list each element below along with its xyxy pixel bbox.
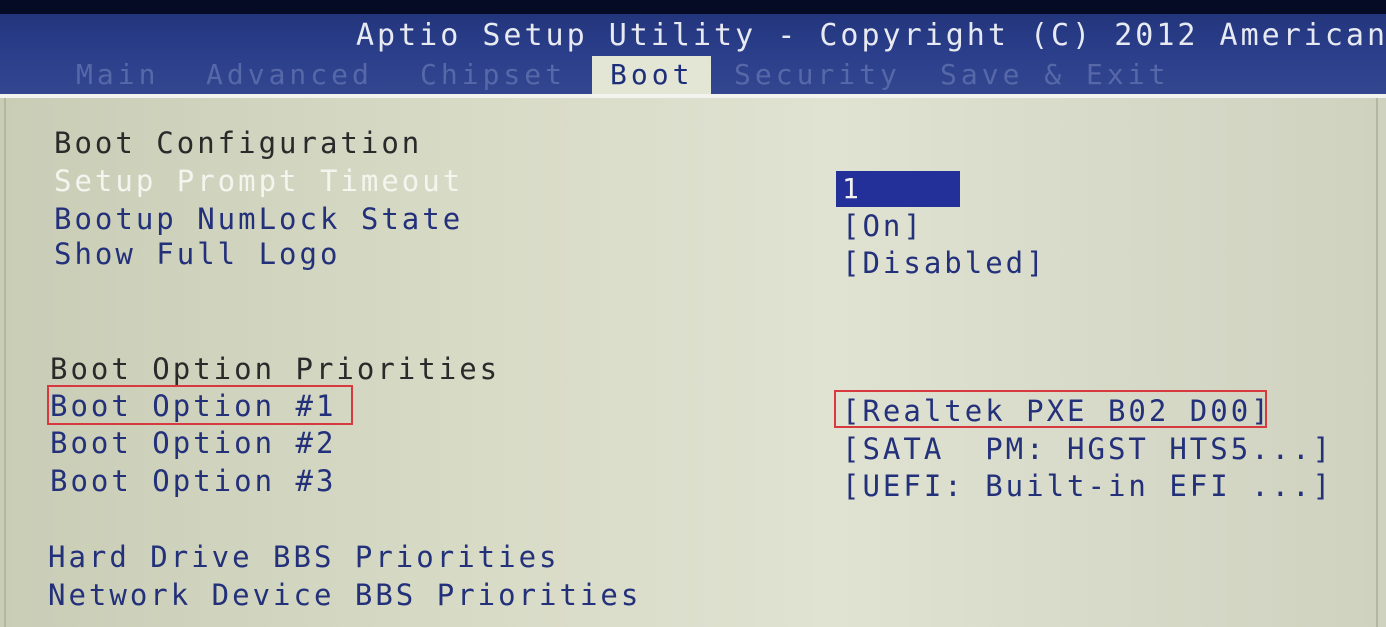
boot-option-1-highlight-box — [47, 385, 353, 425]
network-device-bbs-priorities-link[interactable]: Network Device BBS Priorities — [48, 576, 641, 614]
setup-prompt-timeout-label[interactable]: Setup Prompt Timeout — [54, 162, 463, 200]
tab-advanced[interactable]: Advanced — [206, 56, 373, 94]
show-full-logo-value[interactable]: [Disabled] — [842, 244, 1047, 282]
boot-option-3-label[interactable]: Boot Option #3 — [50, 462, 336, 500]
bootup-numlock-state-label[interactable]: Bootup NumLock State — [54, 200, 463, 238]
bios-screen: Aptio Setup Utility - Copyright (C) 2012… — [0, 0, 1386, 627]
top-shade — [0, 0, 1386, 14]
tab-save-exit[interactable]: Save & Exit — [940, 56, 1169, 94]
boot-option-1-value-highlight-box — [834, 390, 1267, 428]
boot-option-2-value[interactable]: [SATA PM: HGST HTS5...] — [842, 430, 1333, 468]
bootup-numlock-state-value[interactable]: [On] — [842, 207, 924, 245]
tab-chipset[interactable]: Chipset — [420, 56, 566, 94]
hard-drive-bbs-priorities-link[interactable]: Hard Drive BBS Priorities — [48, 538, 560, 576]
boot-option-2-label[interactable]: Boot Option #2 — [50, 424, 336, 462]
window-title: Aptio Setup Utility - Copyright (C) 2012… — [356, 18, 1386, 53]
show-full-logo-label[interactable]: Show Full Logo — [54, 235, 340, 273]
tab-main[interactable]: Main — [76, 56, 159, 94]
tab-bar: Main Advanced Chipset Boot Security Save… — [0, 56, 1386, 94]
setup-prompt-timeout-value[interactable]: 1 — [836, 171, 960, 207]
tab-boot[interactable]: Boot — [592, 56, 712, 94]
boot-option-priorities-heading: Boot Option Priorities — [50, 352, 501, 386]
boot-option-3-value[interactable]: [UEFI: Built-in EFI ...] — [842, 467, 1333, 505]
boot-configuration-heading: Boot Configuration — [54, 126, 423, 160]
tab-security[interactable]: Security — [734, 56, 901, 94]
